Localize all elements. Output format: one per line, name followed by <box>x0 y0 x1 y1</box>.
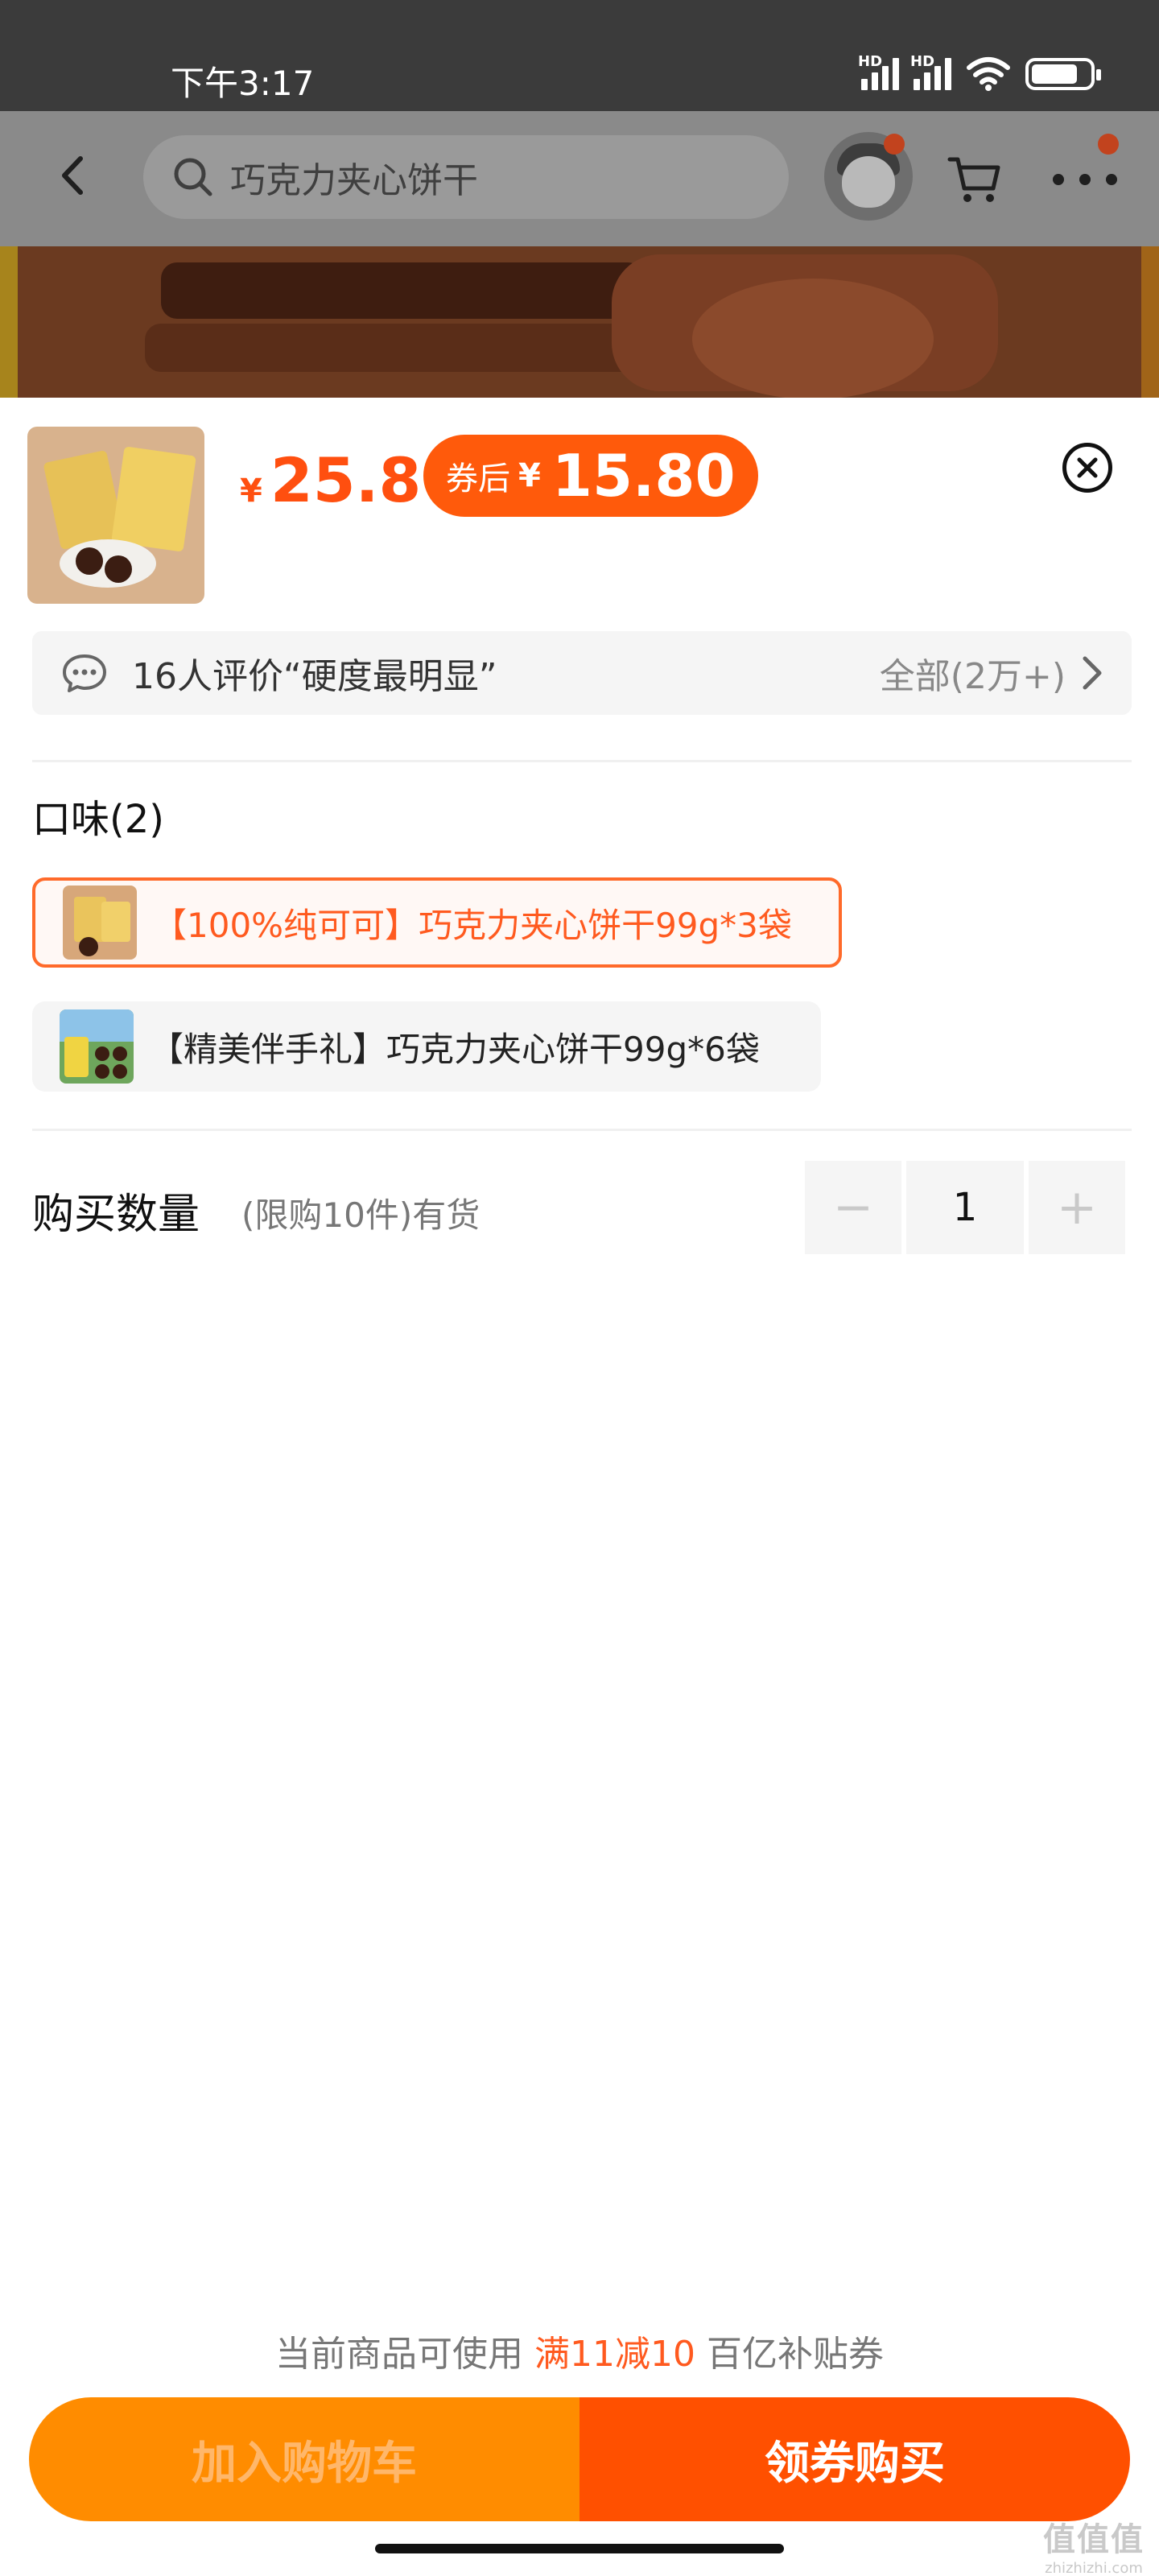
wifi-icon <box>967 57 1010 91</box>
search-input[interactable]: 巧克力夹心饼干 <box>143 135 789 219</box>
coupon-label: 券后 <box>446 460 510 497</box>
quantity-value[interactable]: 1 <box>906 1161 1024 1254</box>
review-summary[interactable]: 16人评价“硬度最明显” 全部(2万+) <box>32 631 1132 715</box>
battery-icon <box>1025 58 1101 90</box>
coupon-hint-highlight: 满11减10 <box>534 2334 695 2375</box>
flavor-option[interactable]: 【精美伴手礼】巧克力夹心饼干99g*6袋 <box>32 1001 821 1092</box>
currency-symbol: ¥ <box>518 457 541 494</box>
review-all-link[interactable]: 全部(2万+) <box>880 647 1103 699</box>
quantity-title: 购买数量 <box>32 1191 200 1239</box>
more-icon <box>1053 174 1064 185</box>
coupon-hint-prefix: 当前商品可使用 <box>275 2334 534 2375</box>
divider <box>32 760 1132 762</box>
option-thumbnail <box>60 1009 134 1084</box>
quantity-stepper[interactable]: − 1 + <box>805 1161 1130 1254</box>
flavor-option-selected[interactable]: 【100%纯可可】巧克力夹心饼干99g*3袋 <box>32 877 842 968</box>
original-price: ¥ 25.8 <box>240 444 421 516</box>
flavor-option-label: 【100%纯可可】巧克力夹心饼干99g*3袋 <box>153 905 792 945</box>
cart-icon <box>947 157 1000 202</box>
watermark-text: 值值值 <box>1043 2521 1145 2558</box>
review-text: 16人评价“硬度最明显” <box>132 656 497 697</box>
coupon-price-value: 15.80 <box>551 442 736 510</box>
action-bar: 加入购物车 领券购买 <box>29 2397 1130 2521</box>
increase-button[interactable]: + <box>1029 1161 1125 1254</box>
signal-icon: HD <box>858 53 899 90</box>
status-bar: 下午3:17 HD HD <box>0 0 1159 111</box>
currency-symbol: ¥ <box>240 473 262 510</box>
back-icon <box>62 156 83 195</box>
chat-bubble-icon <box>63 654 106 692</box>
watermark-url: zhizhizhi.com <box>1045 2560 1143 2576</box>
signal-icon: HD <box>910 53 951 90</box>
price-value: 25.8 <box>270 444 422 516</box>
product-hero-image <box>0 246 1159 398</box>
status-time: 下午3:17 <box>171 64 315 103</box>
coupon-price-badge: 券后 ¥ 15.80 <box>423 435 758 517</box>
close-icon <box>1077 457 1098 478</box>
review-all-label: 全部(2万+) <box>879 656 1066 697</box>
product-thumbnail[interactable] <box>27 427 204 604</box>
status-icons: HD HD <box>858 53 1101 92</box>
close-button[interactable] <box>1062 443 1112 493</box>
hd-label: HD <box>858 53 883 70</box>
hd-label: HD <box>910 53 935 70</box>
decrease-button[interactable]: − <box>805 1161 901 1254</box>
search-icon <box>174 158 212 196</box>
watermark-logo: 值值值 zhizhizhi.com <box>1033 2513 1154 2576</box>
home-indicator[interactable] <box>375 2544 784 2553</box>
buy-with-coupon-button[interactable]: 领券购买 <box>580 2397 1130 2521</box>
search-text: 巧克力夹心饼干 <box>230 160 478 201</box>
back-button[interactable] <box>48 151 97 200</box>
notification-dot <box>1098 134 1119 155</box>
quantity-note: (限购10件)有货 <box>241 1195 481 1235</box>
add-to-cart-button[interactable]: 加入购物车 <box>29 2397 580 2521</box>
notification-dot <box>884 134 905 155</box>
flavor-title: 口味(2) <box>32 797 164 842</box>
cart-button[interactable] <box>947 151 1003 208</box>
divider <box>32 1129 1132 1131</box>
coupon-hint: 当前商品可使用 满11减10 百亿补贴券 <box>0 2325 1159 2376</box>
page-header: 巧克力夹心饼干 <box>0 111 1159 246</box>
coupon-hint-suffix: 百亿补贴券 <box>695 2334 884 2375</box>
flavor-option-label: 【精美伴手礼】巧克力夹心饼干99g*6袋 <box>150 1029 760 1069</box>
more-button[interactable] <box>1053 159 1117 200</box>
chevron-right-icon <box>1083 656 1102 690</box>
sku-selector-sheet: ¥ 25.8 券后 ¥ 15.80 16人评价“硬度最明显” 全部(2万+) 口… <box>0 398 1159 2576</box>
option-thumbnail <box>63 886 137 960</box>
